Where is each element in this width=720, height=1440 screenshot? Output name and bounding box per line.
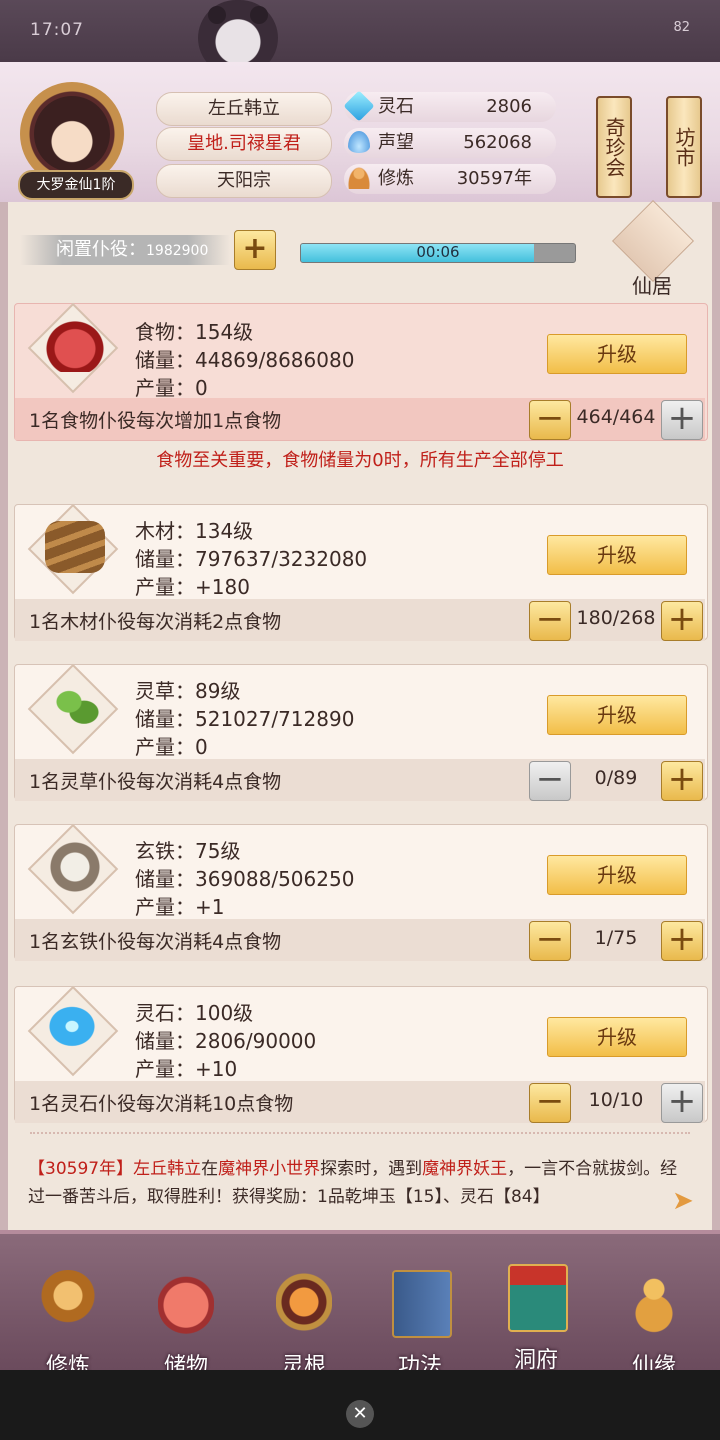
avatar-portrait [34, 96, 110, 172]
increase-servants-button[interactable]: + [661, 601, 703, 641]
nav-cave[interactable]: 洞府 [488, 1256, 584, 1376]
cultivate-icon [40, 1270, 96, 1334]
stat-spirit-stone: 灵石 2806 [343, 90, 556, 122]
destiny-gourd-icon [626, 1270, 682, 1334]
divider [30, 1132, 690, 1142]
status-bar: 17:07 82 [0, 0, 720, 62]
meditation-icon [348, 167, 370, 189]
servant-row: 1名食物仆役每次增加1点食物 − 464/464 + [15, 398, 705, 440]
herb-leaf-icon [45, 681, 105, 733]
clock: 17:07 [30, 20, 84, 40]
increase-servants-button[interactable]: + [661, 921, 703, 961]
wood-logs-icon [45, 521, 105, 573]
decrease-servants-button[interactable]: − [529, 601, 571, 641]
stat-cultivation: 修炼 30597年 [344, 164, 556, 194]
decrease-servants-button[interactable]: − [529, 921, 571, 961]
player-sect: 天阳宗 [156, 164, 332, 198]
spirit-root-icon [276, 1270, 332, 1334]
resource-card-iron: 玄铁：75级 储量：369088/506250 产量：+1 升级 1名玄铁仆役每… [14, 823, 708, 961]
event-log: 【30597年】左丘韩立在魔神界小世界探索时，遇到魔神界妖王，一言不合就拔剑。经… [28, 1159, 678, 1207]
nav-manual[interactable]: 功法 [372, 1262, 468, 1382]
treasure-fair-banner[interactable]: 奇珍会 [596, 96, 632, 198]
idle-servants-count: 1982900 [146, 243, 209, 259]
residence-button[interactable]: 仙居 [602, 199, 702, 298]
upgrade-food-button[interactable]: 升级 [547, 334, 687, 374]
cave-mansion-icon [508, 1264, 568, 1332]
decrease-servants-button[interactable]: − [529, 400, 571, 440]
meat-icon [45, 320, 105, 372]
add-servants-button[interactable]: + [234, 230, 276, 270]
nav-destiny[interactable]: 仙缘 [606, 1262, 702, 1382]
spirit-stone-icon [343, 90, 375, 122]
servant-row: 1名灵草仆役每次消耗4点食物 − 0/89 + [15, 759, 705, 801]
log-next-arrow-icon[interactable]: ➤ [672, 1186, 696, 1216]
nav-spirit-root[interactable]: 灵根 [256, 1262, 352, 1382]
servant-row: 1名灵石仆役每次消耗10点食物 − 10/10 + [15, 1081, 705, 1123]
storage-bag-icon [158, 1270, 214, 1334]
resource-card-spirit-stone: 灵石：100级 储量：2806/90000 产量：+10 升级 1名灵石仆役每次… [14, 985, 708, 1123]
upgrade-herb-button[interactable]: 升级 [547, 695, 687, 735]
production-timer-bar: 00:06 [300, 243, 576, 263]
stat-reputation: 声望 562068 [344, 128, 556, 158]
timer-text: 00:06 [416, 243, 460, 261]
servant-row: 1名木材仆役每次消耗2点食物 − 180/268 + [15, 599, 705, 641]
resource-card-wood: 木材：134级 储量：797637/3232080 产量：+180 升级 1名木… [14, 503, 708, 641]
food-warning: 食物至关重要，食物储量为0时，所有生产全部停工 [156, 450, 564, 471]
decrease-servants-button[interactable]: − [529, 761, 571, 801]
resource-card-herb: 灵草：89级 储量：521027/712890 产量：0 升级 1名灵草仆役每次… [14, 663, 708, 801]
resource-card-food: 食物：154级 储量：44869/8686080 产量：0 升级 1名食物仆役每… [14, 302, 708, 441]
increase-servants-button[interactable]: + [661, 761, 703, 801]
nav-cultivate[interactable]: 修炼 [20, 1262, 116, 1382]
nav-storage[interactable]: 储物 [138, 1262, 234, 1382]
market-banner[interactable]: 坊市 [666, 96, 702, 198]
upgrade-wood-button[interactable]: 升级 [547, 535, 687, 575]
battery-level: 82 [673, 20, 690, 35]
player-name: 左丘韩立 [156, 92, 332, 126]
increase-servants-button[interactable]: + [661, 1083, 703, 1123]
manual-book-icon [392, 1270, 452, 1338]
close-icon[interactable]: ✕ [346, 1400, 374, 1428]
decrease-servants-button[interactable]: − [529, 1083, 571, 1123]
iron-ore-icon [45, 841, 105, 893]
reputation-flame-icon [348, 131, 370, 153]
spirit-crystal-icon [45, 1003, 105, 1055]
player-title: 皇地.司禄星君 [156, 127, 332, 161]
servant-row: 1名玄铁仆役每次消耗4点食物 − 1/75 + [15, 919, 705, 961]
upgrade-iron-button[interactable]: 升级 [547, 855, 687, 895]
increase-servants-button[interactable]: + [661, 400, 703, 440]
idle-servants-label: 闲置仆役：1982900 [20, 235, 230, 265]
rank-badge: 大罗金仙1阶 [18, 170, 134, 200]
upgrade-spirit-stone-button[interactable]: 升级 [547, 1017, 687, 1057]
